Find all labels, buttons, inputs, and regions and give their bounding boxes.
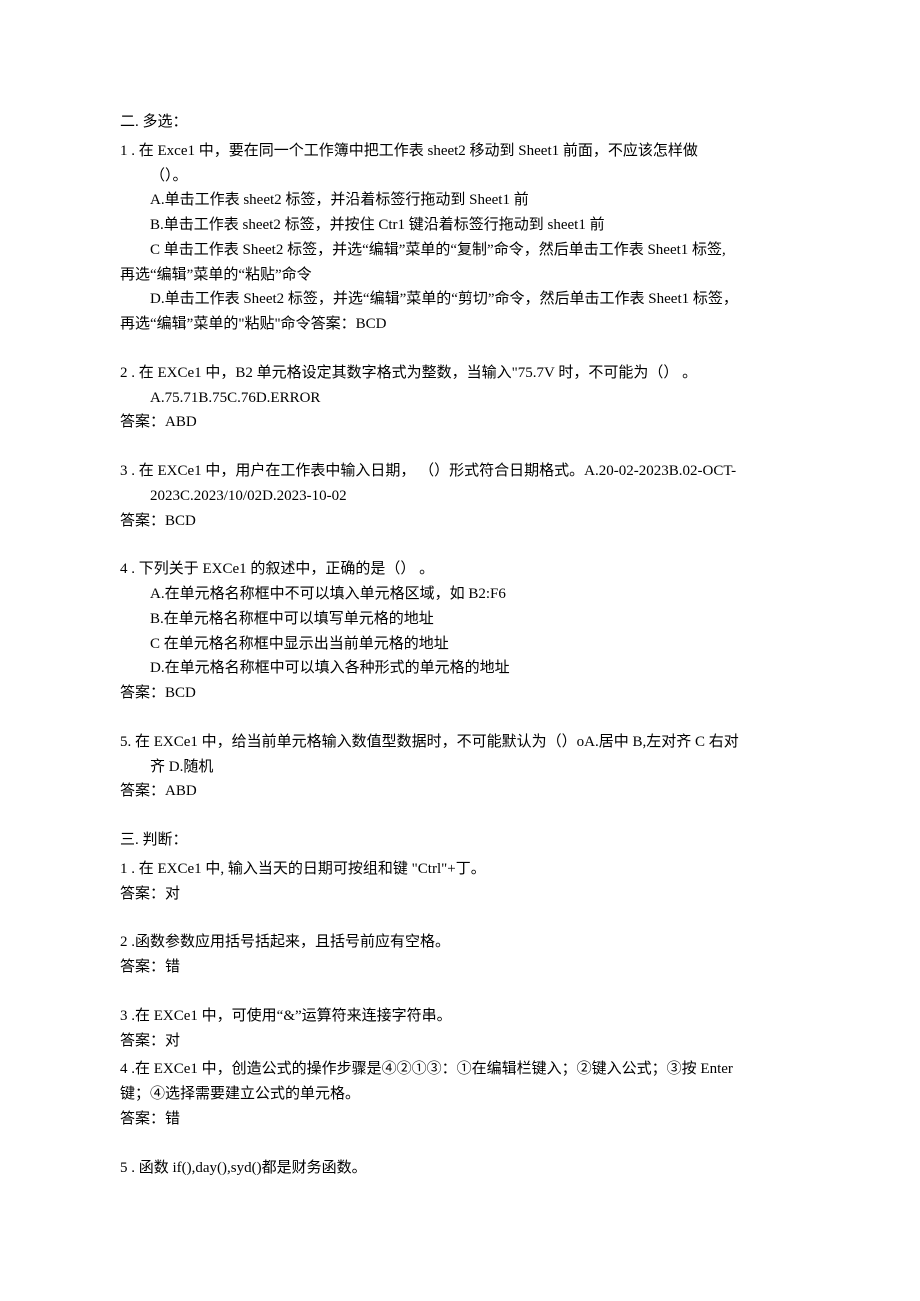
option-d: D.单击工作表 Sheet2 标签，并选“编辑”菜单的“剪切”命令，然后单击工作… [120,287,800,312]
option-d: D.在单元格名称框中可以填入各种形式的单元格的地址 [120,656,800,681]
option-a: A.单击工作表 sheet2 标签，并沿着标签行拖动到 Sheet1 前 [120,188,800,213]
q-text: 5 . 函数 if(),day(),syd()都是财务函数。 [120,1156,800,1181]
spacer [120,537,800,557]
section-2-header: 二. 多选： [120,110,800,135]
option-b: B.单击工作表 sheet2 标签，并按住 Ctr1 键沿着标签行拖动到 she… [120,213,800,238]
q-text: 齐 D.随机 [120,755,800,780]
q-text: （）。 [120,164,800,189]
section-heading: 二. 多选： [120,110,800,135]
answer: 答案：ABD [120,410,800,435]
spacer [120,984,800,1004]
spacer [120,439,800,459]
option-c-cont: 再选“编辑”菜单的“粘贴”命令 [120,263,800,288]
options: A.75.71B.75C.76D.ERROR [120,386,800,411]
q-text: 键；④选择需要建立公式的单元格。 [120,1082,800,1107]
question-s2-2: 2 . 在 EXCe1 中，B2 单元格设定其数字格式为整数，当输入"75.7V… [120,361,800,435]
question-s3-1: 1 . 在 EXCe1 中, 输入当天的日期可按组和键 "Ctrl"+丁。 答案… [120,857,800,907]
question-s3-2: 2 .函数参数应用括号括起来，且括号前应有空格。 答案：错 [120,930,800,980]
option-d-answer: 再选“编辑”菜单的"粘贴"命令答案：BCD [120,312,800,337]
question-s3-3: 3 .在 EXCe1 中，可使用“&”运算符来连接字符串。 答案：对 [120,1004,800,1054]
answer: 答案：错 [120,1107,800,1132]
answer: 答案：对 [120,882,800,907]
question-s2-4: 4 . 下列关于 EXCe1 的叙述中，正确的是（） 。 A.在单元格名称框中不… [120,557,800,706]
spacer [120,710,800,730]
document-page: 二. 多选： 1 . 在 Exce1 中，要在同一个工作簿中把工作表 sheet… [0,0,920,1301]
spacer [120,910,800,930]
spacer [120,808,800,828]
option-c: C 在单元格名称框中显示出当前单元格的地址 [120,632,800,657]
answer: 答案：BCD [120,681,800,706]
section-3-header: 三. 判断： [120,828,800,853]
q-text: 4 .在 EXCe1 中，创造公式的操作步骤是④②①③：①在编辑栏键入；②键入公… [120,1057,800,1082]
question-s2-1: 1 . 在 Exce1 中，要在同一个工作簿中把工作表 sheet2 移动到 S… [120,139,800,337]
section-heading: 三. 判断： [120,828,800,853]
answer: 答案：对 [120,1029,800,1054]
spacer [120,341,800,361]
question-s3-4: 4 .在 EXCe1 中，创造公式的操作步骤是④②①③：①在编辑栏键入；②键入公… [120,1057,800,1131]
spacer [120,1136,800,1156]
q-text: 2 . 在 EXCe1 中，B2 单元格设定其数字格式为整数，当输入"75.7V… [120,361,800,386]
question-s3-5: 5 . 函数 if(),day(),syd()都是财务函数。 [120,1156,800,1181]
q-text: 2 .函数参数应用括号括起来，且括号前应有空格。 [120,930,800,955]
option-c: C 单击工作表 Sheet2 标签，并选“编辑”菜单的“复制”命令，然后单击工作… [120,238,800,263]
question-s2-3: 3 . 在 EXCe1 中，用户在工作表中输入日期， （）形式符合日期格式。A.… [120,459,800,533]
answer: 答案：BCD [120,509,800,534]
q-text: 3 .在 EXCe1 中，可使用“&”运算符来连接字符串。 [120,1004,800,1029]
answer: 答案：错 [120,955,800,980]
answer: 答案：ABD [120,779,800,804]
q-text: 2023C.2023/10/02D.2023-10-02 [120,484,800,509]
question-s2-5: 5. 在 EXCe1 中，给当前单元格输入数值型数据时，不可能默认为（）oA.居… [120,730,800,804]
q-text: 5. 在 EXCe1 中，给当前单元格输入数值型数据时，不可能默认为（）oA.居… [120,730,800,755]
option-b: B.在单元格名称框中可以填写单元格的地址 [120,607,800,632]
option-a: A.在单元格名称框中不可以填入单元格区域，如 B2:F6 [120,582,800,607]
q-text: 1 . 在 Exce1 中，要在同一个工作簿中把工作表 sheet2 移动到 S… [120,139,800,164]
q-text: 4 . 下列关于 EXCe1 的叙述中，正确的是（） 。 [120,557,800,582]
q-text: 1 . 在 EXCe1 中, 输入当天的日期可按组和键 "Ctrl"+丁。 [120,857,800,882]
q-text: 3 . 在 EXCe1 中，用户在工作表中输入日期， （）形式符合日期格式。A.… [120,459,800,484]
